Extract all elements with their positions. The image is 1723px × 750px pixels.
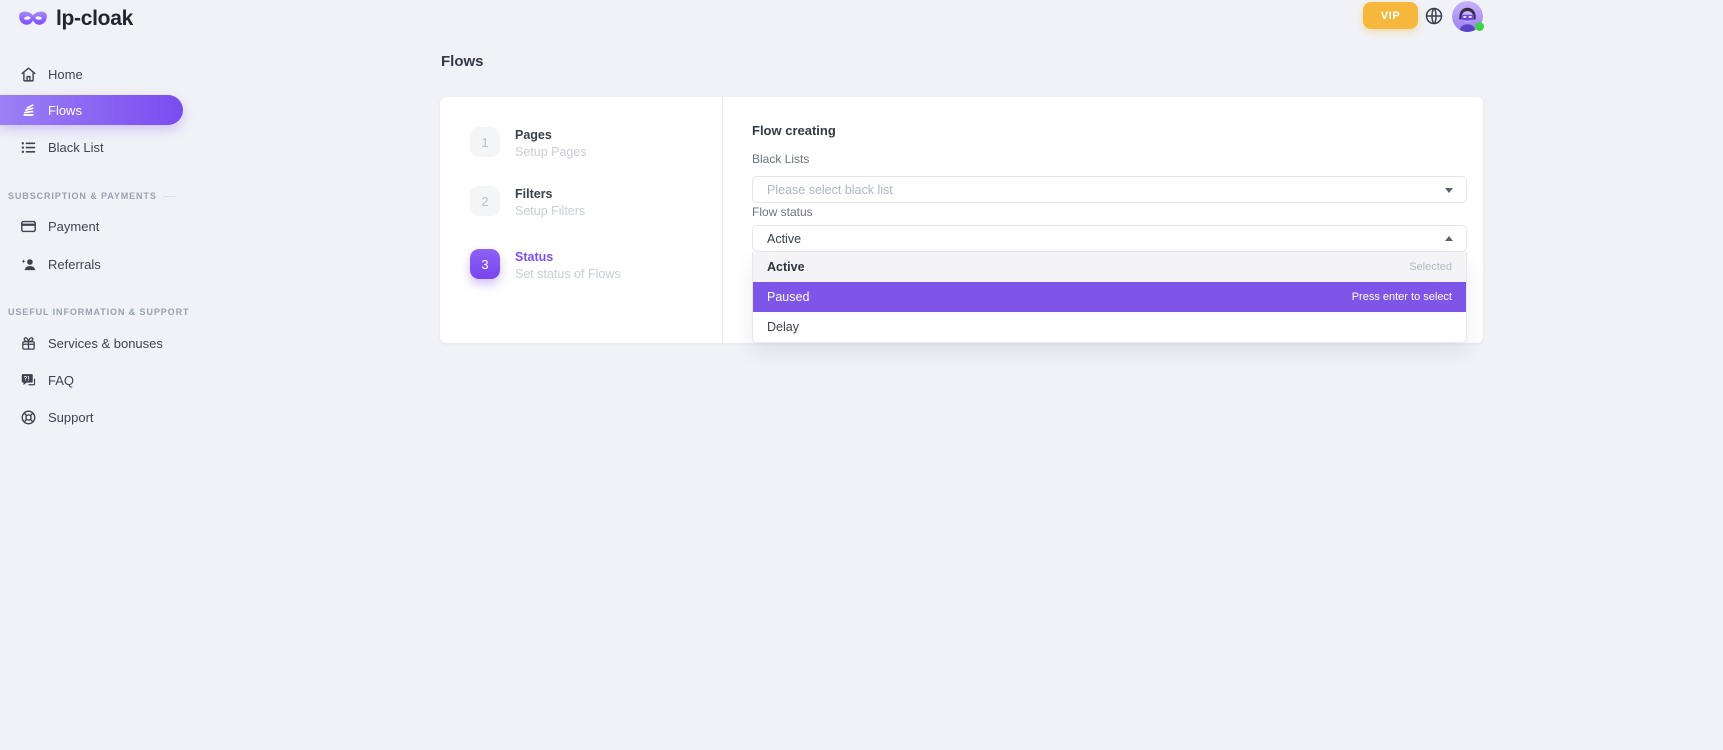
chevron-down-icon [1445, 188, 1453, 193]
app-logo[interactable]: lp-cloak [18, 7, 133, 31]
step-number-badge: 2 [470, 186, 500, 216]
flow-status-select[interactable]: Active [752, 225, 1467, 252]
brand-name: lp-cloak [56, 7, 133, 31]
form-heading: Flow creating [752, 123, 836, 138]
sidebar-item-support[interactable]: Support [0, 404, 183, 430]
black-lists-label: Black Lists [752, 152, 809, 166]
flow-status-label: Flow status [752, 205, 813, 219]
globe-icon [1424, 6, 1444, 26]
sidebar-item-payment[interactable]: Payment [0, 213, 183, 239]
sidebar-item-label: Referrals [48, 257, 101, 272]
sidebar-section-subscription: SUBSCRIPTION & PAYMENTS [8, 191, 176, 201]
step-subtitle: Setup Pages [515, 145, 587, 159]
person-add-icon [20, 256, 37, 273]
step-title: Status [515, 250, 621, 264]
gift-icon [20, 335, 37, 352]
option-label: Active [767, 260, 805, 274]
black-lists-select[interactable] [752, 176, 1467, 203]
credit-card-icon [20, 218, 37, 235]
option-hint: Selected [1409, 261, 1452, 273]
dropdown-option-paused[interactable]: Paused Press enter to select [753, 282, 1466, 312]
mask-logo-icon [18, 8, 48, 30]
flow-status-value: Active [767, 232, 801, 246]
language-globe-button[interactable] [1424, 6, 1444, 26]
step-filters[interactable]: 2 Filters Setup Filters [470, 186, 585, 218]
step-title: Filters [515, 187, 585, 201]
option-hint: Press enter to select [1352, 291, 1452, 303]
card-divider [722, 97, 723, 343]
step-number-badge: 3 [470, 249, 500, 279]
faq-bubble-icon: ?! [20, 372, 37, 389]
black-lists-input[interactable] [767, 183, 1452, 197]
option-label: Delay [767, 320, 799, 334]
sidebar-item-label: Payment [48, 219, 99, 234]
step-status[interactable]: 3 Status Set status of Flows [470, 249, 621, 281]
sidebar-item-services[interactable]: Services & bonuses [0, 330, 183, 356]
section-header-label: SUBSCRIPTION & PAYMENTS [8, 191, 157, 201]
online-status-dot [1475, 22, 1484, 31]
sidebar-item-label: Black List [48, 140, 104, 155]
sidebar-item-flows[interactable]: Flows [0, 95, 183, 125]
home-icon [20, 66, 37, 83]
list-icon [20, 139, 37, 156]
sidebar-item-label: FAQ [48, 373, 74, 388]
sidebar-item-label: Flows [48, 103, 82, 118]
page-title: Flows [441, 53, 484, 70]
sidebar-item-home[interactable]: Home [0, 61, 183, 87]
step-pages[interactable]: 1 Pages Setup Pages [470, 127, 587, 159]
step-title: Pages [515, 128, 587, 142]
step-subtitle: Set status of Flows [515, 267, 621, 281]
sidebar-item-label: Services & bonuses [48, 336, 163, 351]
vip-button[interactable]: VIP [1363, 2, 1418, 29]
dropdown-option-active[interactable]: Active Selected [753, 252, 1466, 282]
sidebar-item-label: Support [48, 410, 94, 425]
step-number-badge: 1 [470, 127, 500, 157]
dropdown-option-delay[interactable]: Delay [753, 312, 1466, 342]
flow-status-dropdown: Active Selected Paused Press enter to se… [752, 252, 1467, 343]
step-subtitle: Setup Filters [515, 204, 585, 218]
user-avatar[interactable] [1452, 1, 1483, 32]
sidebar-item-referrals[interactable]: Referrals [0, 251, 183, 277]
svg-text:?!: ?! [24, 376, 30, 382]
chevron-up-icon [1445, 236, 1453, 241]
sidebar-item-black-list[interactable]: Black List [0, 134, 183, 160]
section-header-label: USEFUL INFORMATION & SUPPORT [8, 307, 189, 317]
sidebar-item-label: Home [48, 67, 83, 82]
flows-stack-icon [20, 102, 37, 119]
option-label: Paused [767, 290, 809, 304]
lifebuoy-icon [20, 409, 37, 426]
sidebar-section-support: USEFUL INFORMATION & SUPPORT [8, 307, 176, 317]
sidebar-item-faq[interactable]: ?! FAQ [0, 367, 183, 393]
flow-creating-card: 1 Pages Setup Pages 2 Filters Setup Filt… [440, 97, 1483, 343]
